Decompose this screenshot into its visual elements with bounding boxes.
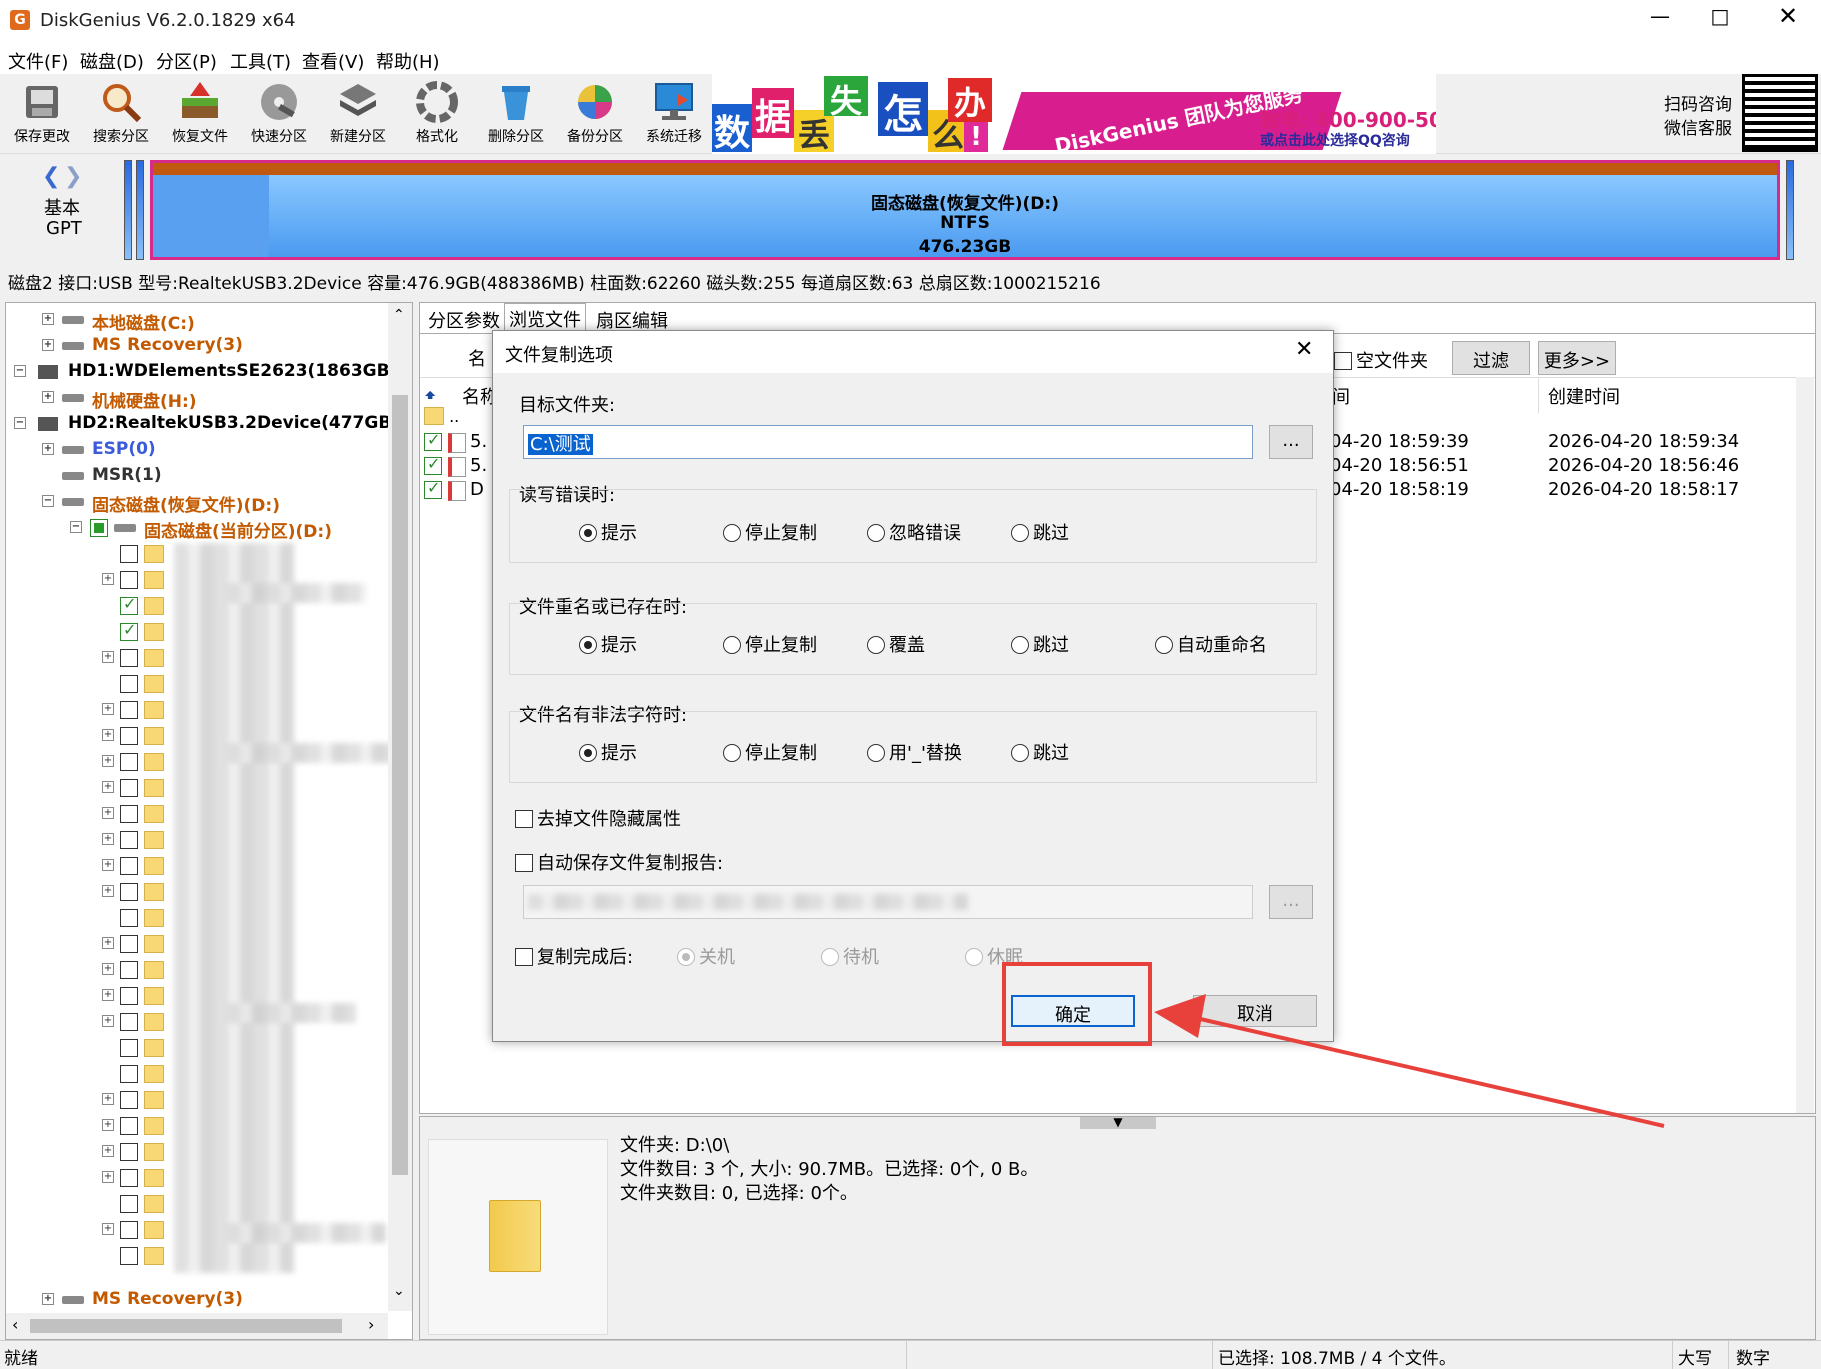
annotation-arrow-icon	[1154, 994, 1665, 1128]
